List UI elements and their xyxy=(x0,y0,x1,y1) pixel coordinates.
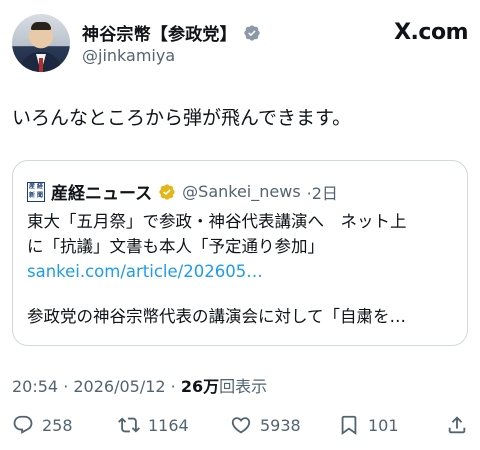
bookmark-count: 101 xyxy=(368,415,399,435)
author-display-name[interactable]: 神谷宗幣【参政党】 xyxy=(82,20,237,45)
share-button[interactable] xyxy=(446,414,468,436)
sankei-logo-icon: 産経 新聞 xyxy=(27,181,45,202)
article-link[interactable]: sankei.com/article/202605… xyxy=(27,259,457,284)
author-name-row: 神谷宗幣【参政党】 xyxy=(82,20,261,45)
quoted-author-handle[interactable]: @Sankei_news xyxy=(182,182,301,201)
quoted-summary-text: 参政党の神谷宗幣代表の講演会に対して「自粛を… xyxy=(27,307,407,326)
quoted-author-name[interactable]: 産経ニュース xyxy=(51,179,152,204)
quoted-body-line: 東大「五月祭」で参政・神谷代表講演へ ネット上 xyxy=(27,212,407,231)
share-icon xyxy=(448,416,466,434)
heart-icon xyxy=(231,417,251,434)
quoted-tweet[interactable]: 産経 新聞 産経ニュース @Sankei_news ·2日 東大「五月祭」で参政… xyxy=(12,160,468,346)
retweet-icon xyxy=(118,417,140,433)
quoted-tweet-body: 東大「五月祭」で参政・神谷代表講演へ ネット上 に「抗議」文書も本人「予定通り参… xyxy=(27,209,457,284)
x-watermark: X.com xyxy=(394,20,468,45)
action-bar: 258 1164 5938 101 xyxy=(12,414,468,442)
gold-verified-badge-icon xyxy=(159,183,175,200)
retweet-count: 1164 xyxy=(148,415,189,435)
views-label: 回表示 xyxy=(219,377,268,396)
reply-count: 258 xyxy=(42,415,73,435)
quoted-body-line: に「抗議」文書も本人「予定通り参加」 xyxy=(27,237,324,256)
bookmark-icon xyxy=(341,415,357,436)
tweet-timestamp[interactable]: 20:54 · 2026/05/12 · xyxy=(12,377,181,396)
quoted-tweet-header: 産経 新聞 産経ニュース @Sankei_news ·2日 xyxy=(27,179,338,204)
quoted-tweet-time: ·2日 xyxy=(306,183,338,203)
verified-badge-icon xyxy=(244,24,260,41)
reply-button[interactable]: 258 xyxy=(12,414,73,436)
bookmark-button[interactable]: 101 xyxy=(338,414,399,436)
author-handle[interactable]: @jinkamiya xyxy=(82,46,175,65)
like-button[interactable]: 5938 xyxy=(230,414,301,436)
views-count: 26万 xyxy=(180,377,220,396)
like-count: 5938 xyxy=(260,415,301,435)
tweet-text: いろんなところから弾が飛んできます。 xyxy=(12,107,352,129)
tweet-header: 神谷宗幣【参政党】 @jinkamiya X.com xyxy=(12,14,468,74)
author-avatar[interactable] xyxy=(12,14,70,72)
retweet-button[interactable]: 1164 xyxy=(118,414,189,436)
reply-icon xyxy=(13,415,33,434)
tweet-meta: 20:54 · 2026/05/12 · 26万回表示 xyxy=(12,373,267,397)
